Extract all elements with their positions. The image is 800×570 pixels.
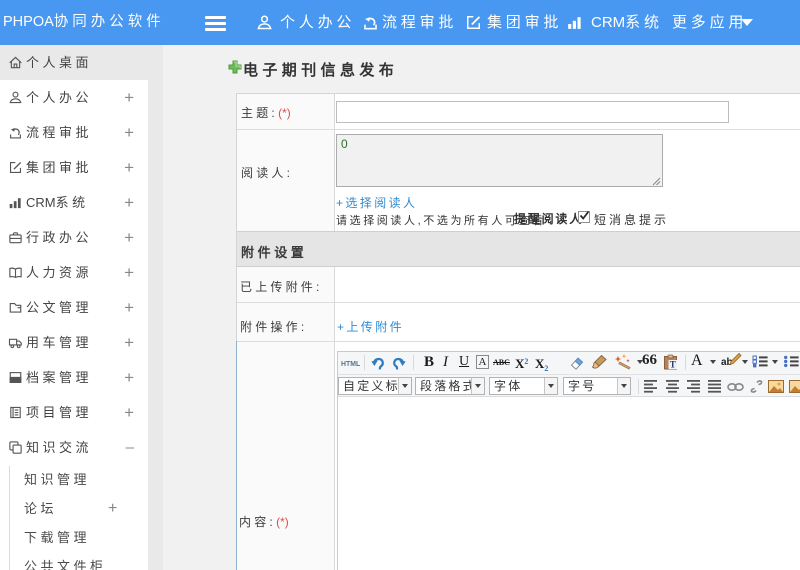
svg-text:T: T	[670, 360, 676, 370]
